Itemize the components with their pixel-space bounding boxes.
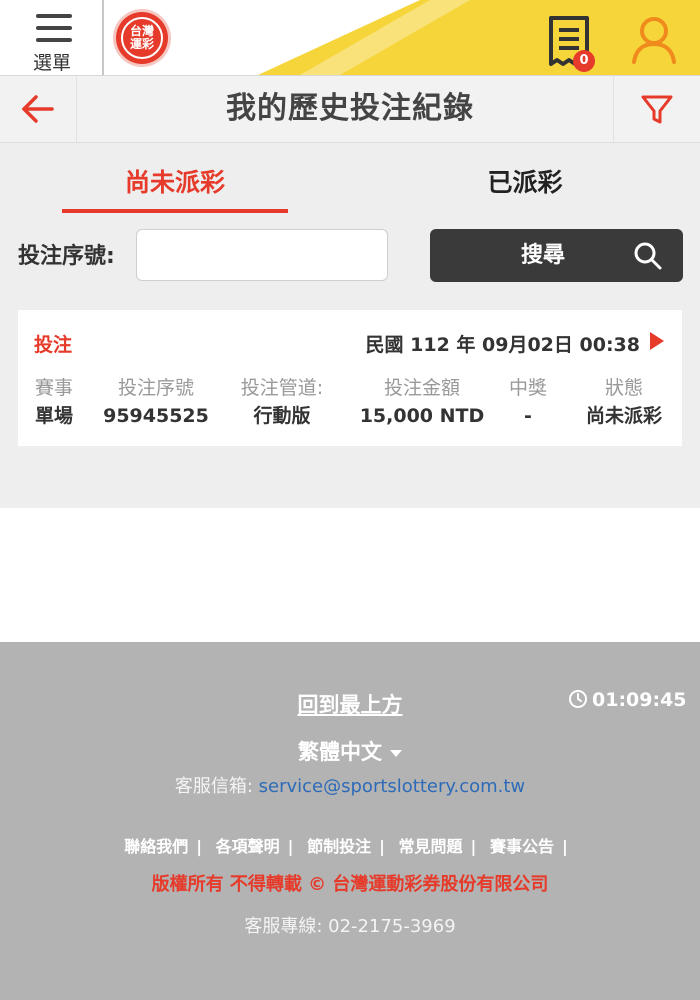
support-hotline: 客服專線: 02-2175-3969 [244, 916, 456, 937]
brand-logo[interactable]: 台灣 運彩 [116, 12, 168, 64]
page-header: 我的歷史投注紀錄 [0, 76, 700, 143]
col-header: 投注序號 [117, 377, 194, 399]
caret-down-icon [390, 749, 402, 757]
footer-link-disclaimer[interactable]: 各項聲明 [216, 837, 280, 856]
status-tabs: 尚未派彩 已派彩 [0, 143, 700, 213]
content-area: 尚未派彩 已派彩 投注序號: 搜尋 投注 民國 112 年 09月02日 00:… [0, 143, 700, 508]
col-header: 投注管道: [240, 377, 324, 399]
record-col-prize: 中獎 - [498, 375, 558, 431]
filter-icon [641, 95, 673, 124]
bet-slip-count-badge: 0 [573, 50, 595, 72]
support-email-link[interactable]: service@sportslottery.com.tw [259, 776, 525, 797]
menu-button[interactable]: 選單 [0, 0, 104, 75]
col-header: 狀態 [604, 377, 643, 399]
tab-settled[interactable]: 已派彩 [412, 143, 638, 213]
menu-label: 選單 [32, 52, 71, 74]
decorative-stripe [258, 0, 700, 75]
copyright-text: 版權所有 不得轉載 © 台灣運動彩券股份有限公司 [151, 874, 549, 895]
filter-button[interactable] [613, 76, 700, 142]
col-header: 投注金額 [383, 377, 460, 399]
arrow-left-icon [22, 95, 54, 123]
col-value: - [524, 405, 532, 427]
bet-record-card[interactable]: 投注 民國 112 年 09月02日 00:38 賽事 單場 投注序號 9594… [18, 310, 682, 446]
tab-unsettled[interactable]: 尚未派彩 [62, 143, 288, 213]
search-label: 投注序號: [18, 244, 115, 269]
logo-text-line2: 運彩 [129, 37, 154, 51]
search-button-label: 搜尋 [520, 243, 565, 268]
record-col-amount: 投注金額 15,000 NTD [352, 375, 492, 431]
col-value: 行動版 [253, 405, 311, 427]
footer-links: 聯絡我們 | 各項聲明 | 節制投注 | 常見問題 | 賽事公告 | [124, 837, 568, 856]
email-label: 客服信箱: [174, 776, 259, 797]
col-value: 15,000 NTD [359, 405, 485, 427]
record-col-status: 狀態 尚未派彩 [574, 375, 674, 431]
footer-link-notice[interactable]: 賽事公告 [490, 837, 554, 856]
footer: 回到最上方 01:09:45 繁體中文 客服信箱: service@sports… [0, 642, 700, 1000]
col-value: 單場 [34, 405, 73, 427]
top-bar: 選單 台灣 運彩 0 [0, 0, 700, 76]
clock-icon [569, 690, 587, 708]
col-value: 尚未派彩 [585, 405, 662, 427]
play-arrow-icon[interactable] [650, 332, 664, 350]
search-icon [634, 242, 662, 270]
footer-link-contact[interactable]: 聯絡我們 [124, 837, 188, 856]
back-button[interactable] [0, 76, 77, 142]
bet-number-input[interactable] [136, 229, 388, 281]
page-title: 我的歷史投注紀錄 [226, 91, 474, 126]
col-value: 95945525 [103, 405, 209, 427]
server-time: 01:09:45 [592, 689, 687, 711]
bet-datetime: 民國 112 年 09月02日 00:38 [365, 334, 640, 356]
record-col-serial: 投注序號 95945525 [98, 375, 214, 431]
language-label: 繁體中文 [298, 740, 382, 764]
footer-link-responsible[interactable]: 節制投注 [307, 837, 371, 856]
col-header: 中獎 [508, 377, 547, 399]
search-button[interactable]: 搜尋 [430, 229, 683, 282]
language-selector[interactable]: 繁體中文 [0, 736, 700, 766]
footer-link-faq[interactable]: 常見問題 [399, 837, 463, 856]
col-header: 賽事 [34, 377, 73, 399]
support-email-row: 客服信箱: service@sportslottery.com.tw [0, 772, 700, 798]
bet-type: 投注 [34, 334, 73, 356]
record-col-channel: 投注管道: 行動版 [224, 375, 340, 431]
record-col-event: 賽事 單場 [18, 375, 90, 431]
hamburger-icon [36, 14, 72, 42]
user-icon[interactable] [628, 14, 680, 66]
